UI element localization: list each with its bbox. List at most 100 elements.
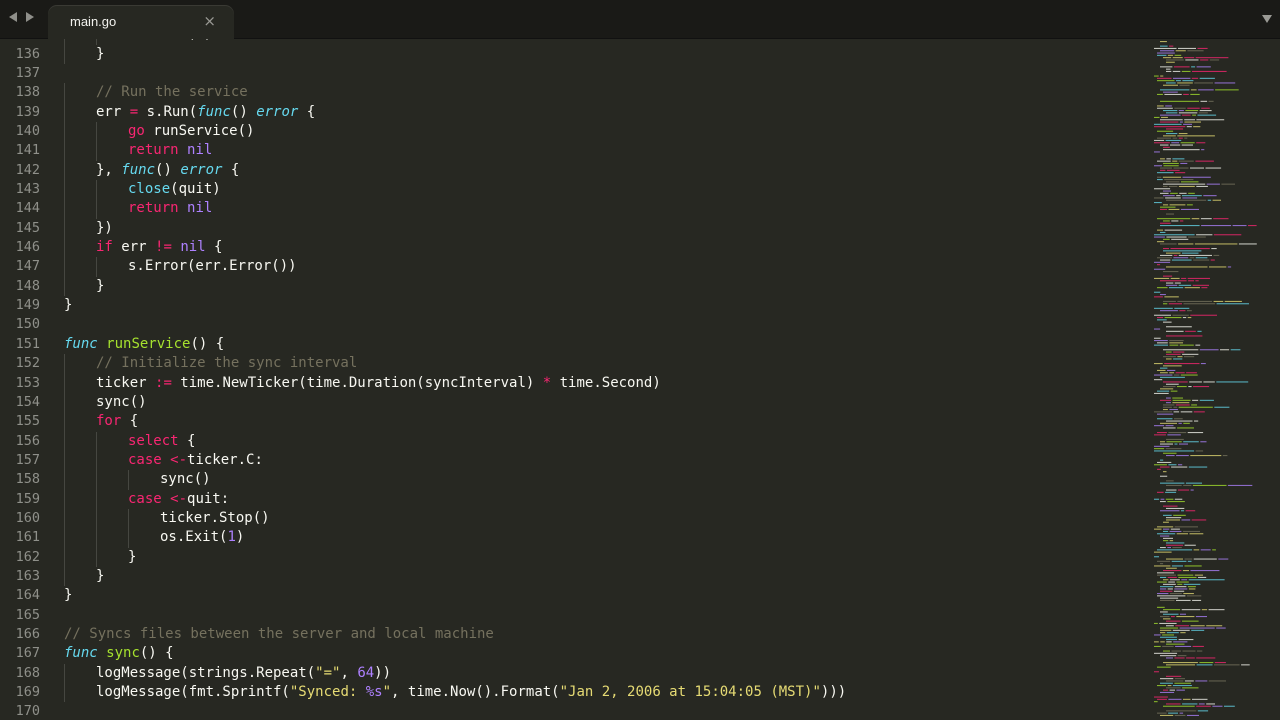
code-token: 1 [195, 39, 203, 42]
minimap-line [1169, 287, 1184, 289]
minimap-line [1227, 484, 1253, 486]
minimap-line [1205, 167, 1222, 169]
code-line[interactable]: 137 [0, 64, 1140, 83]
tab-main-go[interactable]: main.go × [48, 6, 234, 39]
minimap-line [1200, 100, 1208, 102]
minimap-line [1157, 179, 1163, 181]
minimap-line [1186, 204, 1193, 206]
code-line[interactable]: 153 ticker := time.NewTicker(time.Duratio… [0, 373, 1140, 393]
code-token: func [64, 335, 98, 352]
arrow-right-icon[interactable] [26, 12, 34, 22]
minimap-line [1197, 710, 1209, 712]
minimap-line [1198, 112, 1208, 114]
minimap-line [1157, 413, 1174, 415]
code-line[interactable]: 148} [0, 276, 1140, 297]
minimap-line [1172, 137, 1178, 139]
minimap-line [1160, 121, 1179, 123]
minimap-line [1174, 586, 1187, 588]
minimap-line [1214, 662, 1226, 664]
minimap-line [1160, 89, 1190, 91]
minimap-line [1172, 70, 1181, 72]
line-text: }) [96, 219, 113, 238]
close-icon[interactable]: × [203, 12, 216, 30]
line-text: os.Exit(1) [160, 528, 244, 547]
code-line[interactable]: 162} [0, 547, 1140, 567]
code-line[interactable]: 138 // Run the service [0, 83, 1140, 103]
code-line[interactable]: 155 for { [0, 412, 1140, 432]
code-line[interactable]: 154 sync() [0, 392, 1140, 413]
code-line[interactable]: 145}) [0, 218, 1140, 239]
minimap-line [1170, 390, 1178, 392]
code-line[interactable]: 144 return nil [0, 199, 1140, 219]
minimap-line [1183, 698, 1191, 700]
minimap-line [1160, 547, 1166, 549]
minimap-line [1178, 489, 1190, 491]
minimap-line [1162, 645, 1174, 647]
code-line[interactable]: 150 [0, 315, 1140, 334]
code-line[interactable]: 168 logMessage(strings.Repeat("=", 64)) [0, 663, 1140, 683]
minimap-line [1157, 712, 1167, 714]
indent-guide [64, 508, 65, 529]
arrow-left-icon[interactable] [9, 12, 17, 22]
code-line[interactable]: 166 // Syncs files between the server and… [0, 625, 1140, 644]
code-line[interactable]: 159 case <-quit: [0, 489, 1140, 509]
line-text: return nil [128, 199, 212, 218]
code-line[interactable]: 164} [0, 586, 1140, 605]
minimap-line [1168, 208, 1180, 210]
code-line[interactable]: 158 sync() [0, 470, 1140, 490]
minimap-line [1178, 137, 1183, 139]
minimap-line [1171, 466, 1188, 468]
code-line[interactable]: 163} [0, 566, 1140, 587]
code-line[interactable]: 142}, func() error { [0, 160, 1140, 181]
code-line[interactable]: 165 [0, 606, 1140, 625]
minimap-line [1166, 507, 1185, 509]
code-line[interactable]: 156 select { [0, 431, 1140, 451]
chevron-down-icon[interactable] [1262, 15, 1272, 23]
minimap-line [1154, 314, 1171, 316]
minimap-line [1163, 452, 1177, 454]
minimap-line [1160, 611, 1168, 613]
code-line[interactable]: 143 close(quit) [0, 180, 1140, 200]
code-line[interactable]: 152 // Initialize the sync interval [0, 354, 1140, 374]
minimap-line [1163, 165, 1179, 167]
code-token: if [96, 239, 113, 256]
code-line[interactable]: 139 err = s.Run(func() error { [0, 102, 1140, 123]
indent-guide [96, 450, 97, 471]
code-editor[interactable]: 135os.Exit(1)136}137138// Run the servic… [0, 39, 1140, 720]
minimap-line [1198, 89, 1214, 91]
minimap-line [1163, 528, 1170, 530]
line-text: sync() [96, 393, 147, 412]
code-line[interactable]: 136} [0, 44, 1140, 64]
minimap-line [1172, 397, 1183, 399]
code-line[interactable]: 170 [0, 702, 1140, 720]
minimap-line [1177, 300, 1213, 302]
minimap-line [1172, 314, 1189, 316]
code-line[interactable]: 167 func sync() { [0, 644, 1140, 663]
code-line[interactable]: 160 ticker.Stop() [0, 508, 1140, 529]
code-line[interactable]: 147 s.Error(err.Error()) [0, 257, 1140, 277]
code-line[interactable]: 157 case <-ticker.C: [0, 450, 1140, 471]
minimap[interactable] [1148, 39, 1280, 720]
minimap-line [1184, 121, 1201, 123]
minimap-line [1157, 107, 1173, 109]
minimap-line [1186, 714, 1199, 716]
minimap-line [1160, 144, 1169, 146]
code-line[interactable]: 151 func runService() { [0, 335, 1140, 354]
minimap-line [1216, 627, 1226, 629]
code-line[interactable]: 169 logMessage(fmt.Sprintf("Synced: %s", … [0, 683, 1140, 703]
minimap-line [1194, 243, 1238, 245]
code-line[interactable]: 146 if err != nil { [0, 238, 1140, 258]
code-line[interactable]: 149} [0, 296, 1140, 315]
minimap-line [1179, 192, 1187, 194]
line-number: 166 [15, 625, 40, 642]
code-line[interactable]: 140 go runService() [0, 122, 1140, 142]
minimap-line [1165, 491, 1177, 493]
code-line[interactable]: 161 os.Exit(1) [0, 528, 1140, 548]
minimap-line [1163, 579, 1169, 581]
code-line[interactable]: 141 return nil [0, 141, 1140, 161]
minimap-line [1210, 259, 1215, 261]
minimap-line [1194, 82, 1213, 84]
minimap-line [1183, 583, 1201, 585]
